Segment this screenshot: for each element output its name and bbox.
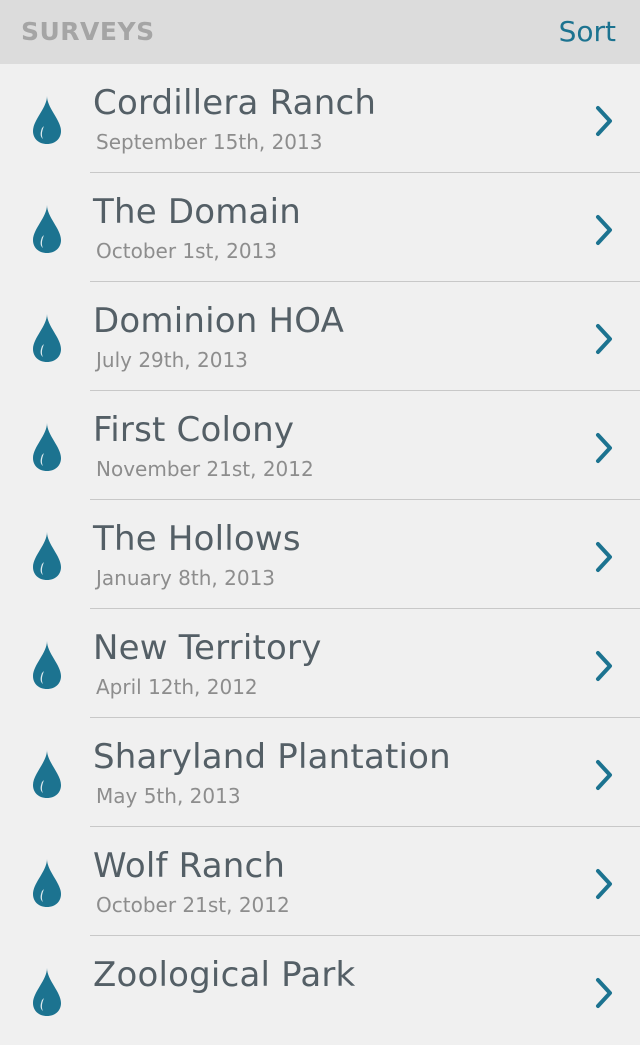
survey-name: New Territory bbox=[93, 628, 322, 668]
survey-date: September 15th, 2013 bbox=[96, 130, 323, 154]
survey-row-the-hollows[interactable]: The Hollows January 8th, 2013 bbox=[0, 500, 640, 609]
water-drop-icon bbox=[33, 641, 61, 689]
sort-button[interactable]: Sort bbox=[559, 12, 616, 52]
survey-name: Cordillera Ranch bbox=[93, 83, 377, 123]
survey-name: Zoological Park bbox=[93, 955, 356, 995]
survey-date: January 8th, 2013 bbox=[96, 566, 276, 590]
chevron-right-icon bbox=[596, 651, 612, 681]
water-drop-icon bbox=[33, 859, 61, 907]
survey-row-sharyland-plantation[interactable]: Sharyland Plantation May 5th, 2013 bbox=[0, 718, 640, 827]
chevron-right-icon bbox=[596, 324, 612, 354]
survey-row-new-territory[interactable]: New Territory April 12th, 2012 bbox=[0, 609, 640, 718]
chevron-right-icon bbox=[596, 215, 612, 245]
chevron-right-icon bbox=[596, 542, 612, 572]
survey-row-wolf-ranch[interactable]: Wolf Ranch October 21st, 2012 bbox=[0, 827, 640, 936]
chevron-right-icon bbox=[596, 106, 612, 136]
water-drop-icon bbox=[33, 96, 61, 144]
survey-row-first-colony[interactable]: First Colony November 21st, 2012 bbox=[0, 391, 640, 500]
survey-name: The Hollows bbox=[93, 519, 301, 559]
survey-date: October 21st, 2012 bbox=[96, 893, 290, 917]
survey-row-zoological-park[interactable]: Zoological Park bbox=[0, 936, 640, 1045]
water-drop-icon bbox=[33, 314, 61, 362]
water-drop-icon bbox=[33, 205, 61, 253]
water-drop-icon bbox=[33, 532, 61, 580]
survey-name: Wolf Ranch bbox=[93, 846, 286, 886]
water-drop-icon bbox=[33, 423, 61, 471]
chevron-right-icon bbox=[596, 433, 612, 463]
chevron-right-icon bbox=[596, 760, 612, 790]
survey-name: First Colony bbox=[93, 410, 295, 450]
water-drop-icon bbox=[33, 968, 61, 1016]
survey-name: The Domain bbox=[93, 192, 301, 232]
survey-row-cordillera-ranch[interactable]: Cordillera Ranch September 15th, 2013 bbox=[0, 64, 640, 173]
survey-date: November 21st, 2012 bbox=[96, 457, 314, 481]
page-title: SURVEYS bbox=[21, 17, 155, 46]
top-bar: SURVEYS Sort bbox=[0, 0, 640, 64]
survey-row-the-domain[interactable]: The Domain October 1st, 2013 bbox=[0, 173, 640, 282]
survey-date: July 29th, 2013 bbox=[96, 348, 248, 372]
chevron-right-icon bbox=[596, 978, 612, 1008]
chevron-right-icon bbox=[596, 869, 612, 899]
survey-row-dominion-hoa[interactable]: Dominion HOA July 29th, 2013 bbox=[0, 282, 640, 391]
survey-date: May 5th, 2013 bbox=[96, 784, 241, 808]
survey-date: April 12th, 2012 bbox=[96, 675, 258, 699]
water-drop-icon bbox=[33, 750, 61, 798]
survey-name: Sharyland Plantation bbox=[93, 737, 451, 777]
survey-name: Dominion HOA bbox=[93, 301, 345, 341]
survey-date: October 1st, 2013 bbox=[96, 239, 277, 263]
